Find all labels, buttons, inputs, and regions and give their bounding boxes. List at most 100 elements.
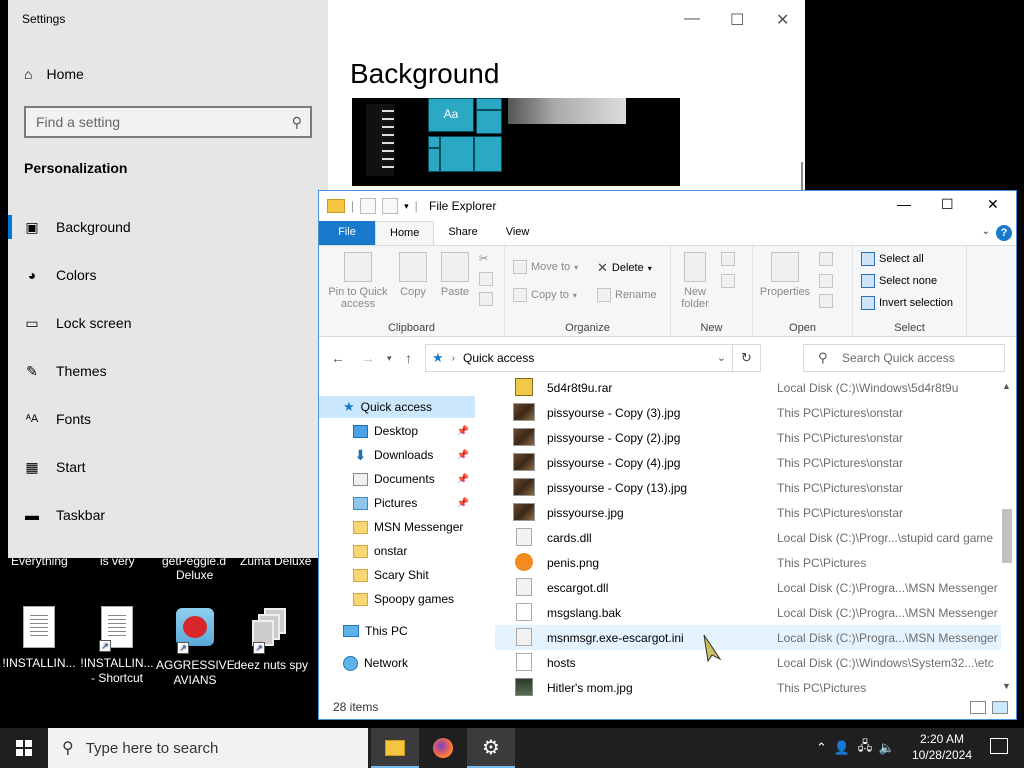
new-folder-button[interactable]: New folder — [677, 252, 713, 310]
sidebar-item-fonts[interactable]: ᴬA Fonts — [24, 407, 91, 431]
nav-item-network[interactable]: Network — [343, 652, 473, 674]
sidebar-item-lock-screen[interactable]: ▭ Lock screen — [24, 311, 131, 335]
new-folder-icon[interactable] — [382, 198, 399, 214]
tab-view[interactable]: View — [492, 221, 544, 245]
sidebar-item-themes[interactable]: ✎ Themes — [24, 359, 106, 383]
file-row[interactable]: pissyourse - Copy (3).jpg This PC\Picture… — [495, 400, 1001, 425]
sidebar-item-colors[interactable]: ◕ Colors — [24, 263, 97, 287]
pin-to-quick-access-button[interactable]: Pin to Quick access — [325, 252, 391, 310]
select-all-button[interactable]: Select all — [861, 252, 924, 266]
copy-to-button[interactable]: Copy to ▾ — [513, 288, 577, 302]
file-row[interactable]: pissyourse - Copy (4).jpg This PC\Picture… — [495, 450, 1001, 475]
minimize-icon[interactable]: — — [684, 10, 700, 28]
desktop-icon-installer[interactable]: !INSTALLIN... — [0, 604, 78, 671]
forward-arrow-icon[interactable]: → — [361, 350, 375, 366]
delete-button[interactable]: ✕ Delete ▾ — [597, 260, 652, 276]
desktop-icon-aggressive-avians[interactable]: ↗ AGGRESSIVE AVIANS — [156, 604, 235, 688]
file-list-scrollbar[interactable]: ▲ ▼ — [1000, 381, 1014, 691]
chevron-up-icon[interactable]: ⌃ — [816, 740, 830, 756]
file-row[interactable]: penis.png This PC\Pictures — [495, 550, 1001, 575]
file-row[interactable]: cards.dll Local Disk (C:)\Progr...\stupid… — [495, 525, 1001, 550]
refresh-icon[interactable]: ↻ — [732, 345, 760, 371]
taskbar-settings[interactable]: ⚙ — [467, 728, 515, 768]
close-icon[interactable]: ✕ — [987, 196, 999, 213]
nav-item-msn-messenger[interactable]: MSN Messenger — [353, 516, 483, 538]
large-icons-view-icon[interactable] — [992, 701, 1008, 714]
copy-button[interactable]: Copy — [393, 252, 433, 298]
file-row[interactable]: 5d4r8t9u.rar Local Disk (C:)\Windows\5d4r… — [495, 375, 1001, 400]
user-icon[interactable]: 👤 — [830, 740, 854, 756]
copy-path-button[interactable] — [479, 272, 493, 286]
nav-item-downloads[interactable]: ⬇ Downloads 📌 — [353, 444, 475, 466]
sidebar-item-start[interactable]: ▦ Start — [24, 455, 85, 479]
nav-item-spoopy-games[interactable]: Spoopy games — [353, 588, 483, 610]
settings-home-link[interactable]: ⌂ Home — [24, 66, 84, 82]
taskbar-search[interactable]: ⚲ Type here to search — [48, 728, 368, 768]
scroll-up-icon[interactable]: ▲ — [1002, 381, 1011, 391]
select-none-button[interactable]: Select none — [861, 274, 937, 288]
minimize-icon[interactable]: — — [897, 196, 911, 212]
open-button[interactable] — [819, 252, 833, 266]
file-row[interactable]: hosts Local Disk (C:)\Windows\System32...… — [495, 650, 1001, 675]
settings-search-input[interactable]: Find a setting ⚲ — [24, 106, 312, 138]
edit-button[interactable] — [819, 274, 833, 288]
taskbar-firefox[interactable] — [419, 728, 467, 768]
properties-icon[interactable] — [360, 198, 377, 214]
notifications-icon[interactable] — [990, 738, 1008, 754]
file-row[interactable]: pissyourse - Copy (13).jpg This PC\Pictur… — [495, 475, 1001, 500]
paste-button[interactable]: Paste — [435, 252, 475, 298]
file-row[interactable]: escargot.dll Local Disk (C:)\Progra...\MS… — [495, 575, 1001, 600]
tab-file[interactable]: File — [319, 221, 375, 245]
move-to-button[interactable]: Move to ▾ — [513, 260, 578, 274]
clock[interactable]: 2:20 AM 10/28/2024 — [912, 731, 972, 763]
file-row[interactable]: pissyourse.jpg This PC\Pictures\onstar — [495, 500, 1001, 525]
desktop-icon-deez-nuts-spy[interactable]: ↗ deez nuts spy — [232, 604, 310, 673]
nav-item-desktop[interactable]: Desktop 📌 — [353, 420, 475, 442]
paste-shortcut-button[interactable] — [479, 292, 493, 306]
help-icon[interactable]: ? — [996, 225, 1012, 241]
history-button[interactable] — [819, 294, 833, 308]
explorer-titlebar[interactable]: | ▾ | File Explorer — ☐ ✕ — [319, 191, 1016, 221]
nav-item-onstar[interactable]: onstar — [353, 540, 483, 562]
nav-item-quick-access[interactable]: ★ Quick access — [319, 396, 475, 418]
new-item-icon — [721, 252, 735, 266]
scrollbar[interactable] — [801, 162, 803, 190]
tab-share[interactable]: Share — [434, 221, 491, 245]
tab-home[interactable]: Home — [375, 221, 435, 245]
maximize-icon[interactable]: ☐ — [941, 196, 954, 213]
group-label: Select — [894, 322, 925, 334]
network-icon[interactable]: 🖧 — [854, 737, 876, 759]
desktop-icon-installer-shortcut[interactable]: ↗ !INSTALLIN... - Shortcut — [78, 604, 156, 686]
explorer-search-input[interactable]: ⚲ Search Quick access — [803, 344, 1005, 372]
nav-item-documents[interactable]: Documents 📌 — [353, 468, 475, 490]
address-bar[interactable]: ★ › Quick access ⌄ ↻ — [425, 344, 761, 372]
nav-item-this-pc[interactable]: This PC — [343, 620, 473, 642]
scroll-down-icon[interactable]: ▼ — [1002, 681, 1011, 691]
volume-icon[interactable]: 🔈 — [876, 740, 898, 756]
file-row[interactable]: msgslang.bak Local Disk (C:)\Progra...\MS… — [495, 600, 1001, 625]
taskbar-file-explorer[interactable] — [371, 728, 419, 768]
easy-access-button[interactable] — [721, 274, 735, 288]
file-row[interactable]: msnmsgr.exe-escargot.ini Local Disk (C:)\… — [495, 625, 1001, 650]
invert-selection-button[interactable]: Invert selection — [861, 296, 953, 310]
nav-item-pictures[interactable]: Pictures 📌 — [353, 492, 475, 514]
nav-item-scary-shit[interactable]: Scary Shit — [353, 564, 483, 586]
back-arrow-icon[interactable]: ← — [331, 350, 345, 366]
sidebar-item-background[interactable]: ▣ Background — [24, 215, 130, 239]
properties-button[interactable]: Properties — [757, 252, 813, 298]
chevron-down-icon[interactable]: ▾ — [404, 201, 409, 212]
new-item-button[interactable] — [721, 252, 735, 266]
start-button[interactable] — [0, 728, 48, 768]
recent-locations-icon[interactable]: ▾ — [387, 353, 392, 364]
rename-button[interactable]: Rename — [597, 288, 657, 302]
maximize-icon[interactable]: ☐ — [730, 10, 744, 30]
chevron-down-icon[interactable]: ⌄ — [982, 226, 990, 237]
scrollbar-thumb[interactable] — [1002, 509, 1012, 563]
up-arrow-icon[interactable]: ↑ — [405, 350, 412, 366]
details-view-icon[interactable] — [970, 701, 986, 714]
close-icon[interactable]: ✕ — [776, 10, 789, 30]
chevron-down-icon[interactable]: ⌄ — [717, 351, 726, 364]
file-row[interactable]: pissyourse - Copy (2).jpg This PC\Picture… — [495, 425, 1001, 450]
sidebar-item-taskbar[interactable]: ▬ Taskbar — [24, 503, 105, 527]
cut-button[interactable]: ✂ — [479, 252, 488, 265]
